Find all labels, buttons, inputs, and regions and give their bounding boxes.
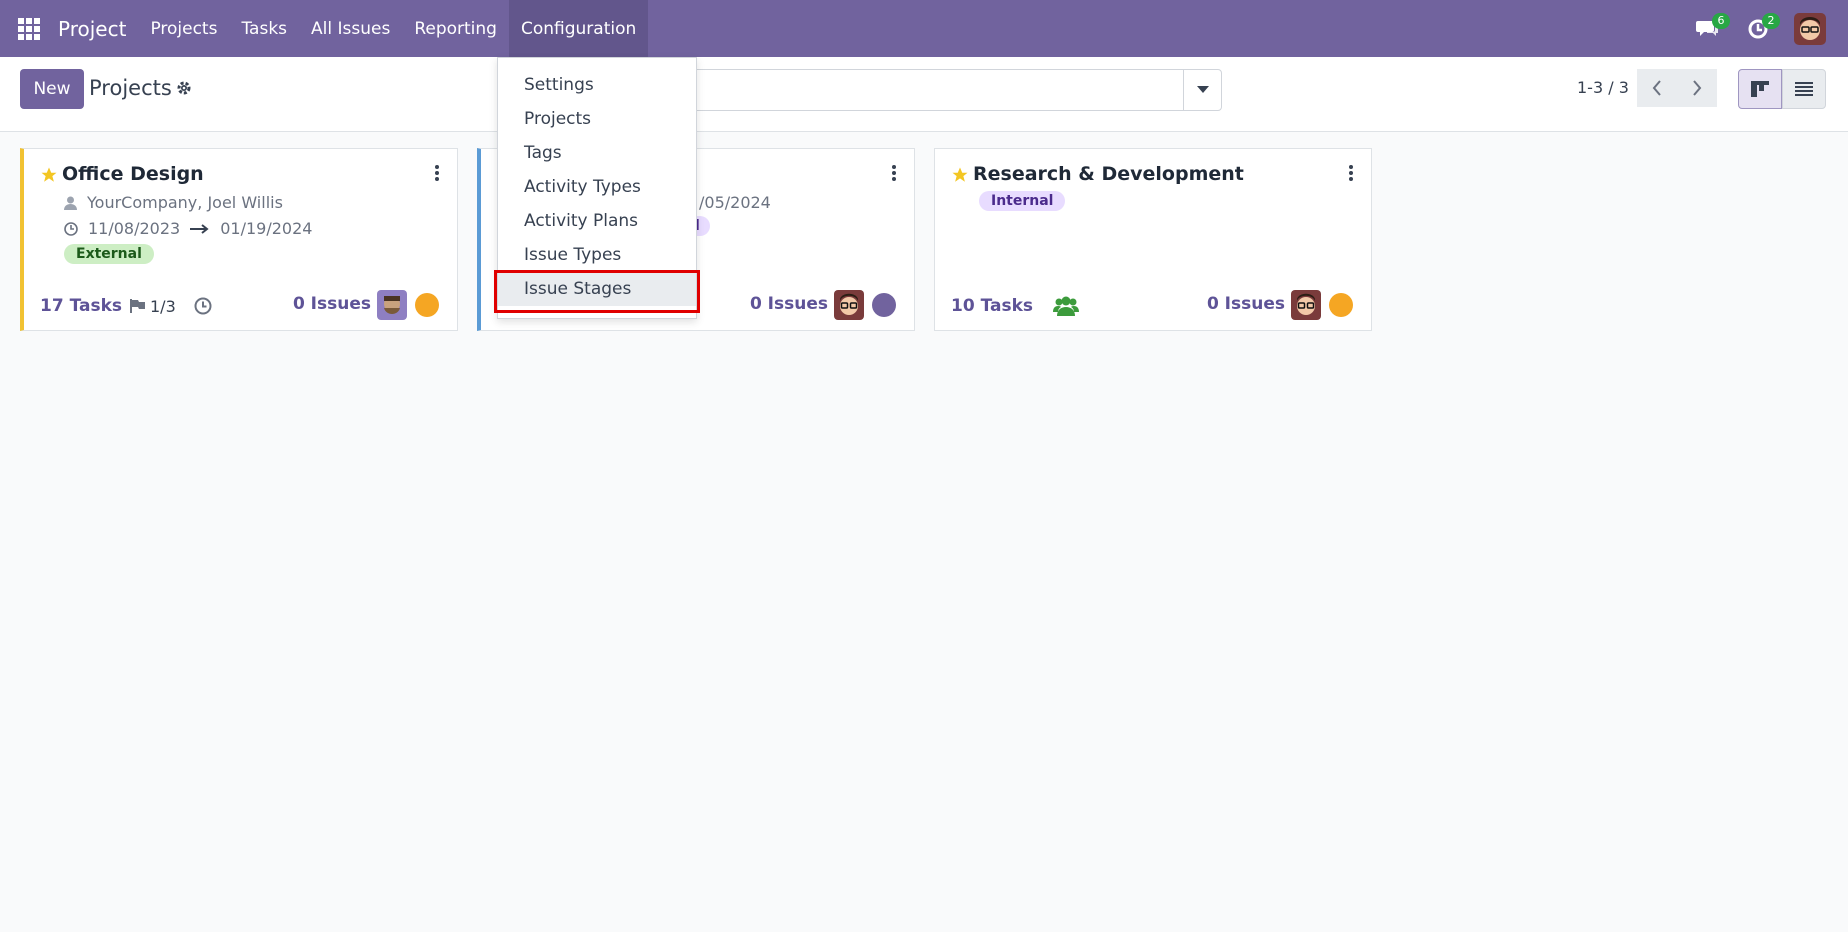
project-dates-line: 11/08/2023 01/19/2024 [64,219,312,238]
top-navbar: Project Projects Tasks All Issues Report… [0,0,1848,57]
menu-item-activity-types[interactable]: Activity Types [498,170,696,204]
app-menu-icon[interactable] [0,0,58,57]
menu-item-settings[interactable]: Settings [498,68,696,102]
menu-item-tags[interactable]: Tags [498,136,696,170]
pager-value[interactable]: 1-3 / 3 [1577,78,1629,97]
nav-all-issues[interactable]: All Issues [299,0,402,57]
project-date-start: 11/08/2023 [88,219,181,238]
highlight-box [494,270,700,313]
project-card-research-development[interactable]: Research & Development Internal 10 Tasks… [934,148,1372,331]
menu-item-issue-types[interactable]: Issue Types [498,238,696,272]
project-customer: YourCompany, Joel Willis [87,193,283,212]
project-manager-avatar [377,290,407,320]
status-indicator[interactable] [1329,293,1353,317]
favorite-star-icon[interactable] [951,166,969,188]
user-avatar[interactable] [1794,12,1826,45]
messages-icon[interactable]: 6 [1688,9,1730,49]
nav-projects[interactable]: Projects [138,0,229,57]
activities-badge: 2 [1762,12,1780,29]
gear-icon[interactable] [176,80,192,100]
activity-clock-icon[interactable] [194,297,212,315]
tasks-link[interactable]: 17 Tasks 1/3 [40,296,212,316]
list-view-button[interactable] [1782,69,1826,109]
users-icon [1053,296,1079,316]
pager-next-button[interactable] [1677,69,1717,107]
issues-link[interactable]: 0 Issues [293,294,371,314]
nav-reporting[interactable]: Reporting [402,0,509,57]
messages-badge: 6 [1712,12,1730,29]
flag-icon [130,299,145,313]
tag-external: External [64,244,154,264]
project-date-partial: /05/2024 [699,193,771,212]
project-manager-avatar [1291,290,1321,320]
project-customer-line: YourCompany, Joel Willis [64,193,283,212]
kebab-menu-icon[interactable] [1349,165,1353,185]
control-panel: New Projects 1-3 / 3 [0,57,1848,132]
kebab-menu-icon[interactable] [435,165,439,185]
project-date-end: 01/19/2024 [220,219,313,238]
search-options-toggle[interactable] [1183,70,1221,110]
favorite-star-icon[interactable] [40,166,58,188]
tag-internal: Internal [979,191,1066,211]
project-name: Office Design [62,163,204,185]
tasks-count: 10 Tasks [951,296,1033,316]
nav-configuration[interactable]: Configuration [508,0,649,57]
page-title: Projects [89,76,172,100]
project-name: Research & Development [973,163,1244,185]
user-icon [64,196,77,210]
issues-link[interactable]: 0 Issues [750,294,828,314]
project-manager-avatar [834,290,864,320]
tasks-count: 17 Tasks [40,296,122,316]
app-brand[interactable]: Project [58,17,138,41]
clock-icon [64,221,78,236]
issues-link[interactable]: 0 Issues [1207,294,1285,314]
milestones-count: 1/3 [150,296,176,316]
activities-icon[interactable]: 2 [1738,9,1780,49]
tasks-link[interactable]: 10 Tasks [951,296,1079,316]
kanban-view-button[interactable] [1738,69,1782,109]
kebab-menu-icon[interactable] [892,165,896,185]
new-button[interactable]: New [20,69,84,109]
arrow-right-icon [190,223,209,234]
status-indicator[interactable] [415,293,439,317]
menu-item-activity-plans[interactable]: Activity Plans [498,204,696,238]
menu-item-projects[interactable]: Projects [498,102,696,136]
nav-tasks[interactable]: Tasks [229,0,299,57]
project-card-office-design[interactable]: Office Design YourCompany, Joel Willis 1… [20,148,458,331]
pager-previous-button[interactable] [1637,69,1677,107]
status-indicator[interactable] [872,293,896,317]
search-box [606,69,1222,111]
search-input[interactable] [615,79,1175,98]
